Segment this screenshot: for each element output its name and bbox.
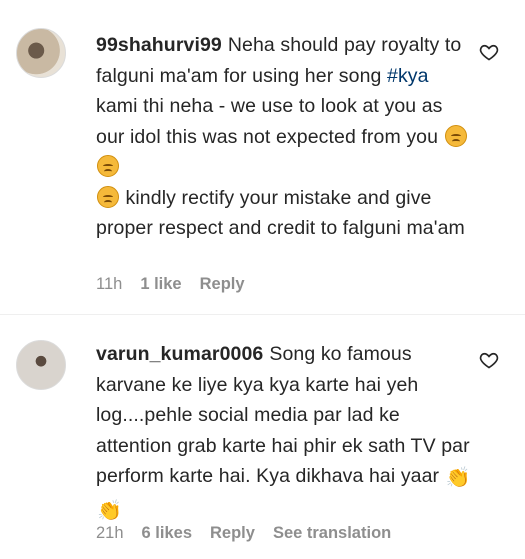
- comment-text-part: kami thi neha - we use to look at you as…: [96, 95, 444, 148]
- see-translation-button[interactable]: See translation: [273, 524, 391, 543]
- pensive-face-emoji-icon: [97, 185, 119, 208]
- heart-outline-icon[interactable]: [479, 42, 499, 62]
- comment-meta: 11h 1 like Reply: [96, 275, 245, 294]
- comment-time: 21h: [96, 524, 124, 542]
- divider: [0, 314, 525, 315]
- comment-text: varun_kumar0006 Song ko famous karvane ke…: [96, 339, 473, 526]
- likes-count[interactable]: 6 likes: [142, 524, 192, 543]
- pensive-face-emoji-icon: [97, 155, 119, 177]
- avatar[interactable]: [16, 28, 66, 78]
- comment-time: 11h: [96, 275, 123, 293]
- pensive-face-emoji-icon: [444, 124, 467, 147]
- reply-button[interactable]: Reply: [210, 524, 255, 543]
- comment-text: 99shahurvi99 Neha should pay royalty to f…: [96, 30, 473, 244]
- avatar[interactable]: [16, 340, 66, 390]
- comment-item: 99shahurvi99 Neha should pay royalty to f…: [0, 0, 525, 310]
- comment-username[interactable]: 99shahurvi99: [96, 34, 222, 56]
- comment-meta: 21h 6 likes Reply See translation: [96, 524, 391, 543]
- reply-button[interactable]: Reply: [200, 275, 245, 294]
- heart-outline-icon[interactable]: [479, 350, 499, 370]
- likes-count[interactable]: 1 like: [140, 275, 181, 294]
- clapping-hands-emoji-icon: 👏: [97, 499, 123, 522]
- comment-text-part: kindly rectify your mistake and give pro…: [96, 186, 465, 240]
- clapping-hands-emoji-icon: 👏: [445, 467, 471, 489]
- comment-body: 99shahurvi99 Neha should pay royalty to f…: [96, 30, 473, 244]
- comment-body: varun_kumar0006 Song ko famous karvane ke…: [96, 339, 473, 526]
- hashtag-link[interactable]: #kya: [387, 65, 429, 87]
- comment-username[interactable]: varun_kumar0006: [96, 343, 263, 365]
